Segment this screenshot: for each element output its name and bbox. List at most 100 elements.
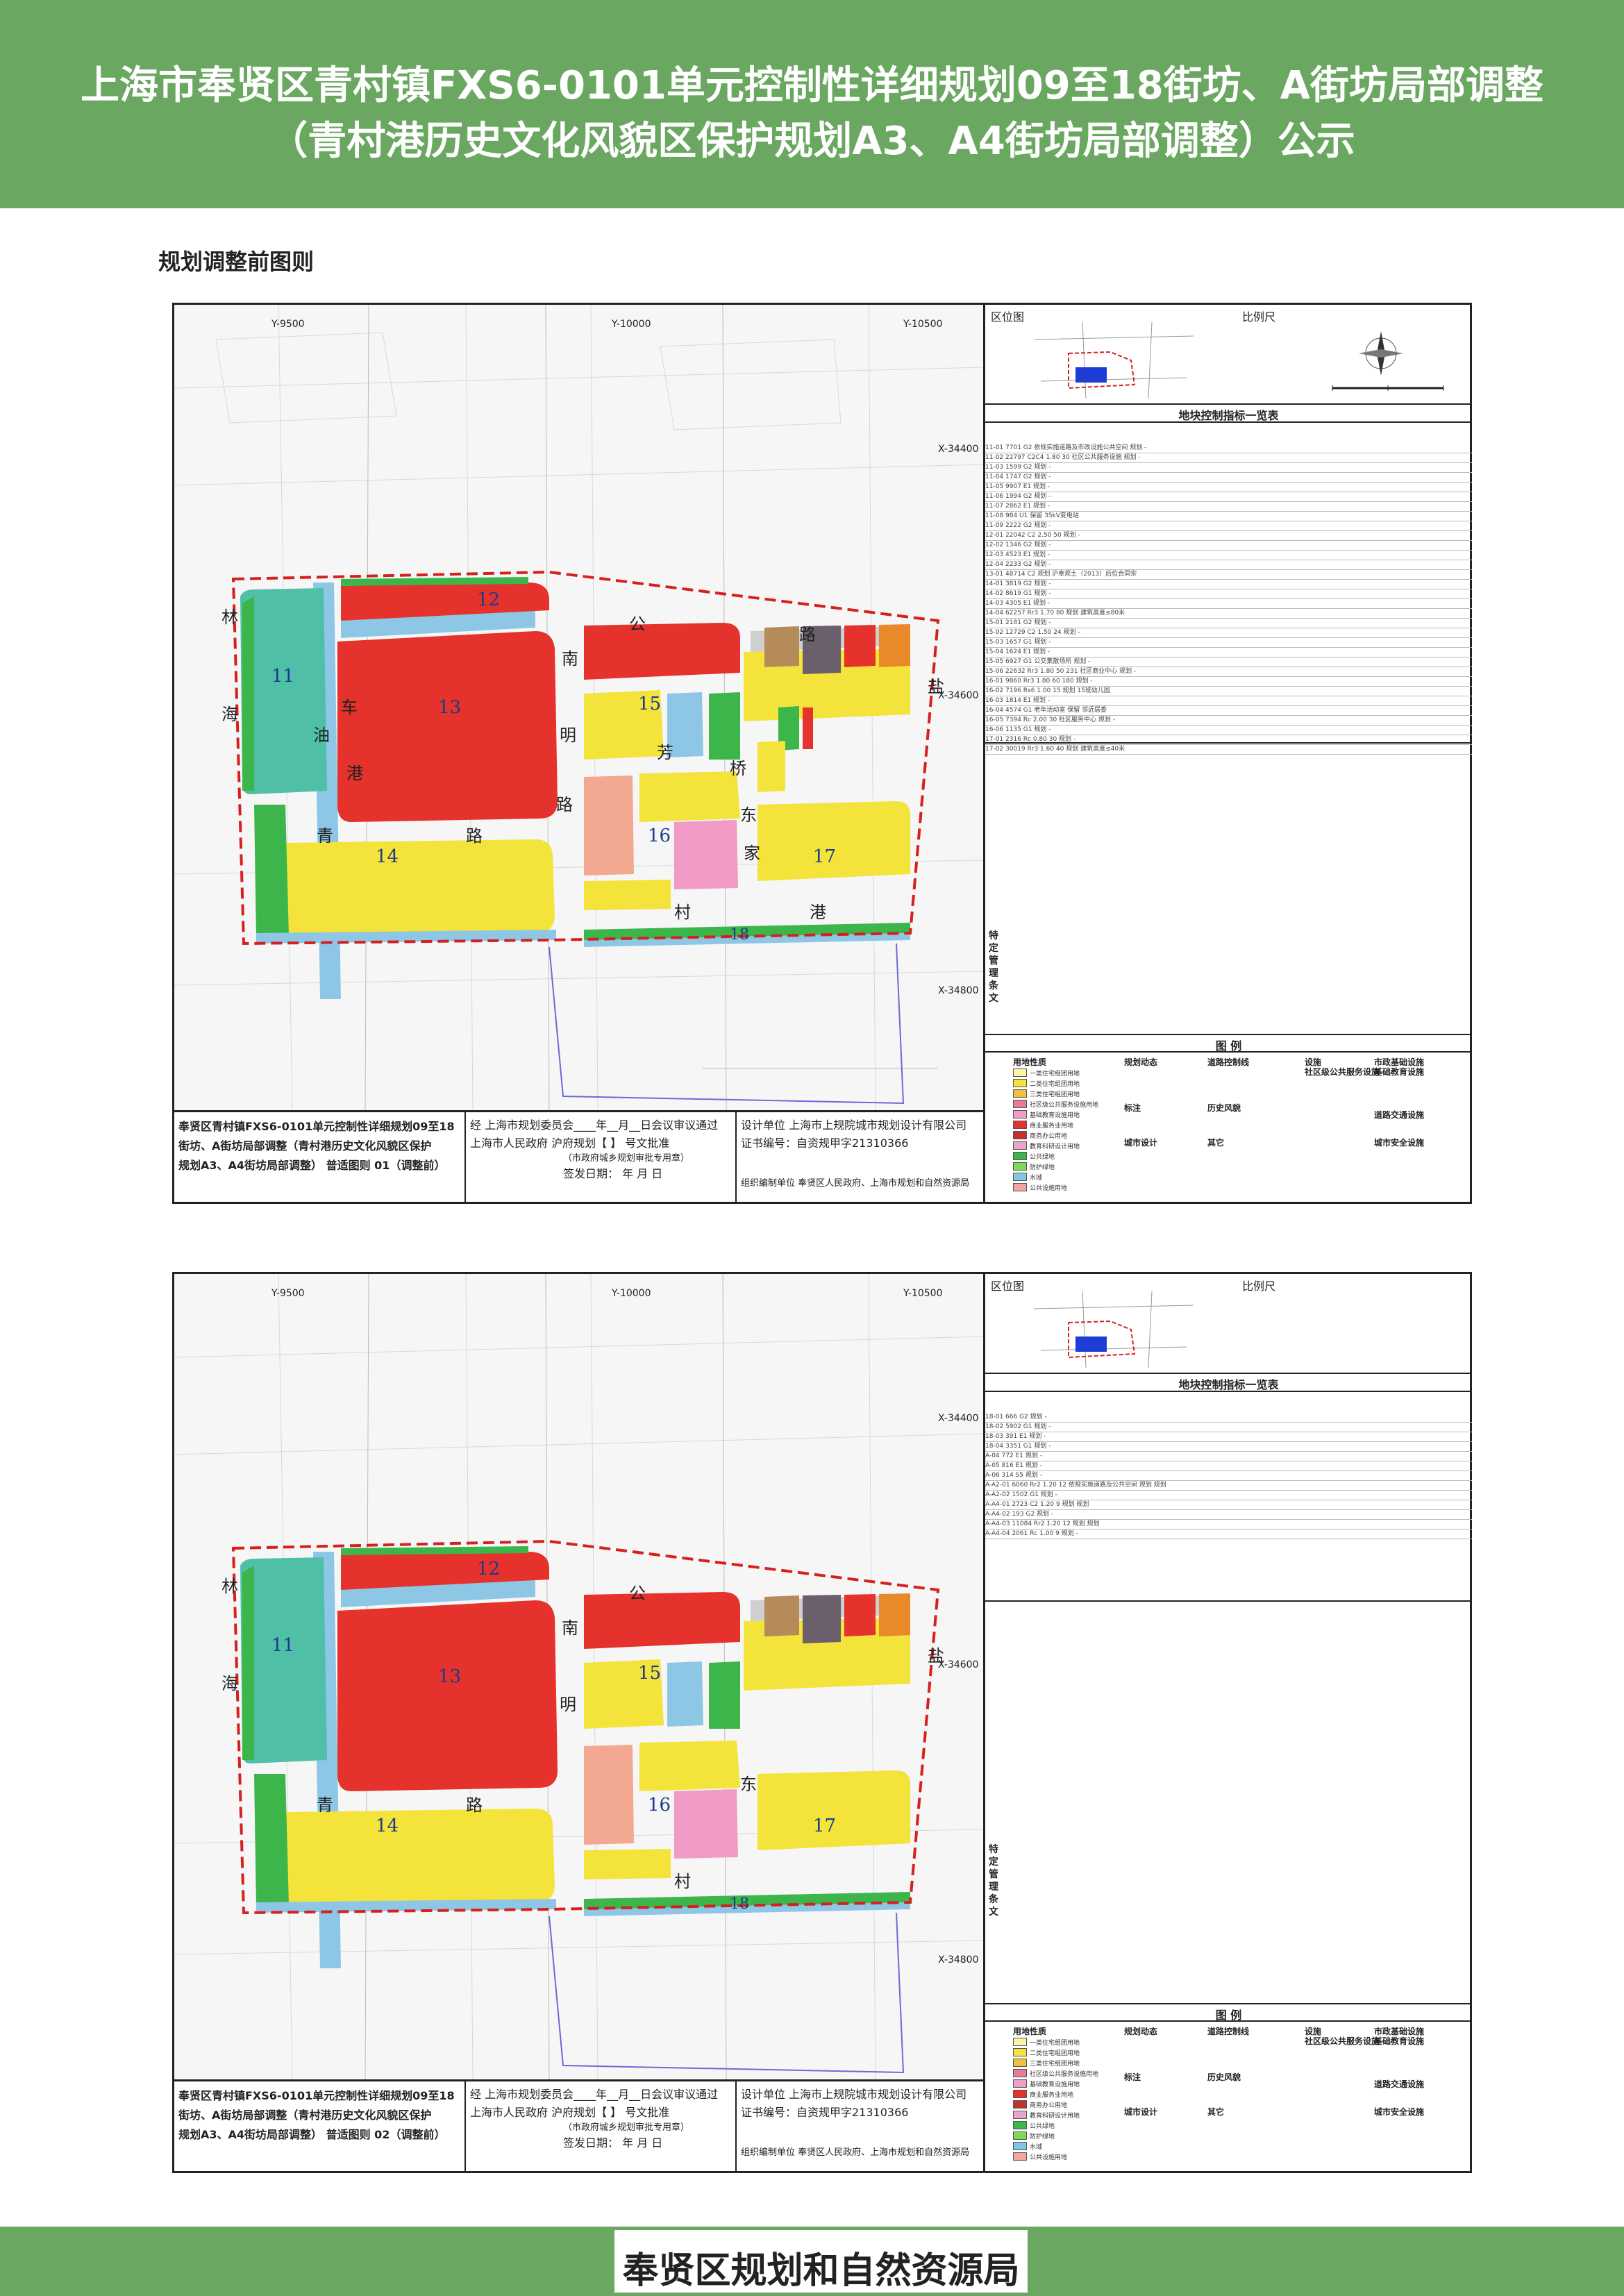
- legend-group-label: 标注: [1124, 2072, 1141, 2082]
- table-row: 14-03 4305 E1 规划 -: [985, 599, 1472, 609]
- approval-line4: 签发日期： 年 月 日: [563, 1167, 663, 1180]
- approval-line1: 经 上海市规划委员会____年__月__日会议审议通过: [470, 2088, 719, 2101]
- legend-swatch: [1013, 2142, 1027, 2150]
- coord-x3: Y-10500: [903, 319, 943, 330]
- map-svg-2: [174, 1274, 983, 2079]
- approval-line2: 上海市人民政府 沪府规划【 】 号文批准: [470, 2106, 670, 2119]
- approval-line3: （市政府城乡规划审批专用章）: [563, 2122, 690, 2133]
- plan-map-1[interactable]: 11 12 13 14 15 16 17 18 油 南 明 路 青 路 公 路 …: [174, 305, 983, 1110]
- design-cert: 证书编号：自资规甲字21310366: [741, 1137, 909, 1150]
- legend-group-label: 用地性质: [1013, 2027, 1047, 2036]
- indicator-table-2: 18-01 666 G2 规划 - 18-02 5902 G1 规划 - 18-…: [985, 1413, 1472, 1539]
- block-label-17: 17: [813, 846, 837, 867]
- legend-group-label: 道路交通设施: [1374, 1110, 1425, 1120]
- legend-swatch-label: 商务办公用地: [1030, 2102, 1068, 2109]
- plan-name-line1: 奉贤区青村镇FXS6-0101单元控制性详细规划09至18: [178, 1120, 455, 1133]
- table-row: 17-02 30019 Rr3 1.60 40 规划 建筑高度≤40米: [985, 745, 1472, 755]
- block-label-18: 18: [730, 926, 749, 944]
- legend-swatch: [1013, 2059, 1027, 2067]
- table-row: 18-02 5902 G1 规划 -: [985, 1423, 1472, 1432]
- legend-swatch-label: 商务办公用地: [1030, 1133, 1068, 1140]
- legend-swatch-label: 教育科研设计用地: [1030, 1143, 1080, 1150]
- legend-swatch-label: 教育科研设计用地: [1030, 2113, 1080, 2120]
- legend-group-label: 市政基础设施: [1374, 2027, 1425, 2036]
- table-row: 12-03 4523 E1 规划 -: [985, 551, 1472, 560]
- legend-swatch-label: 二类住宅组团用地: [1030, 2050, 1080, 2057]
- side-panel-1: 区位图 比例尺 地块控制指标一览表 11-01 7701 G2 依规实施道路及市…: [983, 305, 1472, 1202]
- header-title-line2: （青村港历史文化风貌区保护规划A3、A4街坊局部调整）公示: [269, 119, 1355, 164]
- table-row: 15-06 22632 Rr3 1.80 50 231 社区商业中心 规划 -: [985, 667, 1472, 677]
- table-row: 11-08 984 U1 保留 35kV变电站: [985, 512, 1472, 521]
- block-label-17: 17: [813, 1816, 837, 1836]
- table-row: A-06 314 S5 规划 -: [985, 1471, 1472, 1481]
- location-map-label: 区位图: [991, 310, 1025, 324]
- road-label: 公: [629, 614, 646, 634]
- road-label: 桥: [730, 759, 746, 778]
- north-arrow-scale: [1332, 331, 1444, 391]
- legend-swatch-label: 社区级公共服务设施用地: [1030, 2071, 1099, 2078]
- plan-sheet-1: 11 12 13 14 15 16 17 18 油 南 明 路 青 路 公 路 …: [172, 303, 1472, 1204]
- location-map: [1033, 321, 1194, 399]
- legend-swatch-label: 商业服务业用地: [1030, 1123, 1074, 1130]
- table-row: 18-03 391 E1 规划 -: [985, 1432, 1472, 1442]
- legend-swatch: [1013, 2069, 1027, 2077]
- coord-y2: X-34600: [938, 1659, 979, 1670]
- coord-x1: Y-9500: [271, 319, 305, 330]
- block-label-14: 14: [376, 1816, 399, 1836]
- legend-swatch-label: 一类住宅组团用地: [1030, 1071, 1080, 1078]
- table-row: 11-02 22797 C2C4 1.80 30 社区公共服务设施 规划 -: [985, 453, 1472, 463]
- table-row: 12-01 22042 C2 2.50 50 规划 -: [985, 531, 1472, 541]
- block-label-18: 18: [730, 1895, 749, 1913]
- block-label-16: 16: [648, 826, 671, 846]
- legend-swatch: [1013, 1131, 1027, 1139]
- org-unit: 组织编制单位 奉贤区人民政府、上海市规划和自然资源局: [741, 1178, 970, 1189]
- table-row: 15-01 2181 G2 规划 -: [985, 619, 1472, 628]
- road-label: 公: [629, 1584, 646, 1603]
- table-row: A-A4-02 193 G2 规划 -: [985, 1510, 1472, 1520]
- coord-y3: X-34800: [938, 985, 979, 996]
- footer-agency: 奉贤区规划和自然资源局: [622, 2250, 1020, 2292]
- legend-swatch-label: 基础教育设施用地: [1030, 2081, 1080, 2088]
- legend-swatch: [1013, 1079, 1027, 1087]
- table-row: A-A4-03 11084 Rr2 1.20 12 规划 规划: [985, 1520, 1472, 1530]
- road-label: 南: [562, 1618, 578, 1638]
- legend-swatch: [1013, 1162, 1027, 1171]
- coord-y2: X-34600: [938, 690, 979, 701]
- coord-x2: Y-10000: [612, 1288, 651, 1299]
- side-panel-2: 区位图 比例尺 地块控制指标一览表 18-01 666 G2 规划 - 18-0…: [983, 1274, 1472, 2171]
- approval-line1: 经 上海市规划委员会____年__月__日会议审议通过: [470, 1118, 719, 1132]
- legend-swatch: [1013, 1110, 1027, 1118]
- legend-swatch: [1013, 1141, 1027, 1150]
- plan-name-line1: 奉贤区青村镇FXS6-0101单元控制性详细规划09至18: [178, 2089, 455, 2102]
- block-label-15: 15: [638, 1663, 662, 1684]
- legend-swatch: [1013, 2038, 1027, 2046]
- legend-group-label: 历史风貌: [1207, 2072, 1241, 2082]
- block-label-12: 12: [477, 1559, 501, 1579]
- legend-swatch: [1013, 2111, 1027, 2119]
- legend-group-label: 城市设计: [1124, 1138, 1158, 1148]
- table-row: 16-04 4574 G1 老年活动室 保留 邻近居委: [985, 706, 1472, 716]
- table-row: 18-01 666 G2 规划 -: [985, 1413, 1472, 1423]
- block-label-11: 11: [271, 1635, 295, 1656]
- legend-swatch: [1013, 1100, 1027, 1108]
- table-row: A-A2-01 6060 Rr2 1.20 12 依规实施道路及公共空间 规划 …: [985, 1481, 1472, 1491]
- road-label: 路: [556, 795, 573, 814]
- legend-group-label: 用地性质: [1013, 1057, 1047, 1067]
- legend-swatch: [1013, 2048, 1027, 2056]
- plan-map-2[interactable]: 11 12 13 14 15 16 17 18 南 明 青 路 公 盐 林 海 …: [174, 1274, 983, 2079]
- legend-swatch-label: 公共设施用地: [1030, 1185, 1068, 1192]
- legend-swatch-label: 二类住宅组团用地: [1030, 1081, 1080, 1088]
- road-label: 南: [562, 649, 578, 669]
- legend-swatch: [1013, 2079, 1027, 2088]
- title-block-2: 奉贤区青村镇FXS6-0101单元控制性详细规划09至18 街坊、A街坊局部调整…: [174, 2079, 983, 2173]
- table-row: 13-01 48714 C2 规划 沪奉规土（2013）后位合同宗: [985, 570, 1472, 580]
- legend-swatch-label: 水域: [1030, 2144, 1043, 2151]
- legend-swatch-label: 基础教育设施用地: [1030, 1112, 1080, 1119]
- road-label: 林: [221, 1577, 238, 1596]
- table-row: 11-06 1994 G2 规划 -: [985, 492, 1472, 502]
- approval-line2: 上海市人民政府 沪府规划【 】 号文批准: [470, 1137, 670, 1150]
- legend-swatch: [1013, 2131, 1027, 2140]
- legend-group-label: 城市设计: [1124, 2107, 1158, 2117]
- table-row: 11-09 2222 G2 规划 -: [985, 521, 1472, 531]
- table-row: 16-05 7394 Rc 2.00 30 社区服务中心 规划 -: [985, 716, 1472, 726]
